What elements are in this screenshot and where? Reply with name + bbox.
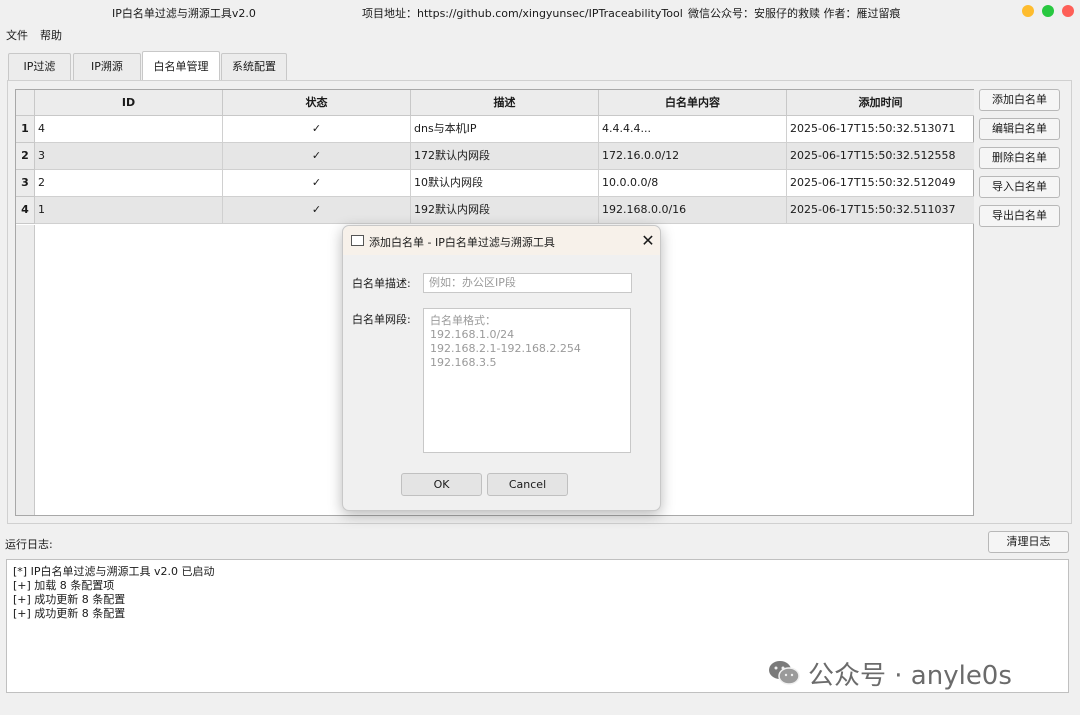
header-time[interactable]: 添加时间: [787, 90, 974, 116]
wechat-author: 微信公众号：安服仔的救赎 作者：雁过留痕: [688, 7, 901, 20]
tab-settings[interactable]: 系统配置: [221, 53, 287, 80]
cell-time[interactable]: 2025-06-17T15:50:32.513071: [787, 116, 974, 143]
cell-time[interactable]: 2025-06-17T15:50:32.512558: [787, 143, 974, 170]
cell-content[interactable]: 172.16.0.0/12: [599, 143, 787, 170]
menu-help[interactable]: 帮助: [40, 27, 62, 43]
placeholder-line: 192.168.3.5: [430, 356, 497, 369]
log-label: 运行日志:: [5, 538, 53, 551]
ok-button[interactable]: OK: [401, 473, 482, 496]
cell-id[interactable]: 3: [35, 143, 223, 170]
header-status[interactable]: 状态: [223, 90, 411, 116]
cell-content[interactable]: 4.4.4.4...: [599, 116, 787, 143]
range-label: 白名单网段:: [352, 313, 411, 326]
edit-whitelist-button[interactable]: 编辑白名单: [979, 118, 1060, 140]
add-whitelist-button[interactable]: 添加白名单: [979, 89, 1060, 111]
range-textarea[interactable]: 白名单格式： 192.168.1.0/24 192.168.2.1-192.16…: [423, 308, 631, 453]
row-header-column: [16, 225, 35, 515]
close-icon[interactable]: ✕: [640, 231, 656, 250]
menu-bar: 文件 帮助: [0, 25, 1080, 43]
cell-status-check[interactable]: ✓: [223, 197, 411, 224]
title-bar: IP白名单过滤与溯源工具v2.0 项目地址：https://github.com…: [0, 0, 1080, 24]
log-line: [+] 加载 8 条配置项: [13, 579, 115, 592]
row-header[interactable]: 1: [16, 116, 35, 143]
tab-ip-filter[interactable]: IP过滤: [8, 53, 71, 80]
placeholder-line: 192.168.2.1-192.168.2.254: [430, 342, 581, 355]
cell-status-check[interactable]: ✓: [223, 170, 411, 197]
close-dot[interactable]: [1062, 5, 1074, 17]
cell-desc[interactable]: 10默认内网段: [411, 170, 599, 197]
cell-time[interactable]: 2025-06-17T15:50:32.512049: [787, 170, 974, 197]
watermark: 公众号 · anyle0s: [768, 656, 1012, 691]
cell-id[interactable]: 1: [35, 197, 223, 224]
app-title: IP白名单过滤与溯源工具v2.0: [112, 7, 256, 20]
cell-desc[interactable]: 192默认内网段: [411, 197, 599, 224]
window-icon: [351, 235, 364, 246]
header-id[interactable]: ID: [35, 90, 223, 116]
cell-desc[interactable]: 172默认内网段: [411, 143, 599, 170]
delete-whitelist-button[interactable]: 删除白名单: [979, 147, 1060, 169]
row-header[interactable]: 4: [16, 197, 35, 224]
add-whitelist-dialog: 添加白名单 - IP白名单过滤与溯源工具 ✕ 白名单描述: 例如：办公区IP段 …: [342, 225, 661, 511]
clear-log-button[interactable]: 清理日志: [988, 531, 1069, 553]
cell-id[interactable]: 4: [35, 116, 223, 143]
log-line: [+] 成功更新 8 条配置: [13, 593, 126, 606]
tab-ip-trace[interactable]: IP溯源: [73, 53, 141, 80]
tab-whitelist[interactable]: 白名单管理: [142, 51, 220, 80]
maximize-dot[interactable]: [1042, 5, 1054, 17]
header-desc[interactable]: 描述: [411, 90, 599, 116]
dialog-title-bar: 添加白名单 - IP白名单过滤与溯源工具 ✕: [343, 226, 660, 255]
cell-content[interactable]: 192.168.0.0/16: [599, 197, 787, 224]
cell-desc[interactable]: dns与本机IP: [411, 116, 599, 143]
cell-id[interactable]: 2: [35, 170, 223, 197]
desc-label: 白名单描述:: [352, 277, 411, 290]
log-line: [+] 成功更新 8 条配置: [13, 607, 126, 620]
import-whitelist-button[interactable]: 导入白名单: [979, 176, 1060, 198]
row-header[interactable]: 2: [16, 143, 35, 170]
project-url: 项目地址：https://github.com/xingyunsec/IPTra…: [362, 7, 683, 20]
placeholder-line: 白名单格式：: [430, 314, 496, 327]
cell-status-check[interactable]: ✓: [223, 143, 411, 170]
minimize-dot[interactable]: [1022, 5, 1034, 17]
row-header[interactable]: 3: [16, 170, 35, 197]
placeholder-line: 192.168.1.0/24: [430, 328, 515, 341]
wechat-icon: [769, 661, 800, 685]
table-corner[interactable]: [16, 90, 35, 116]
cell-time[interactable]: 2025-06-17T15:50:32.511037: [787, 197, 974, 224]
cell-status-check[interactable]: ✓: [223, 116, 411, 143]
log-line: [*] IP白名单过滤与溯源工具 v2.0 已启动: [13, 565, 215, 578]
watermark-text: 公众号 · anyle0s: [808, 660, 1012, 691]
cancel-button[interactable]: Cancel: [487, 473, 568, 496]
menu-file[interactable]: 文件: [6, 27, 28, 43]
desc-input[interactable]: 例如：办公区IP段: [423, 273, 632, 293]
dialog-title: 添加白名单 - IP白名单过滤与溯源工具: [369, 236, 555, 249]
cell-content[interactable]: 10.0.0.0/8: [599, 170, 787, 197]
header-content[interactable]: 白名单内容: [599, 90, 787, 116]
export-whitelist-button[interactable]: 导出白名单: [979, 205, 1060, 227]
